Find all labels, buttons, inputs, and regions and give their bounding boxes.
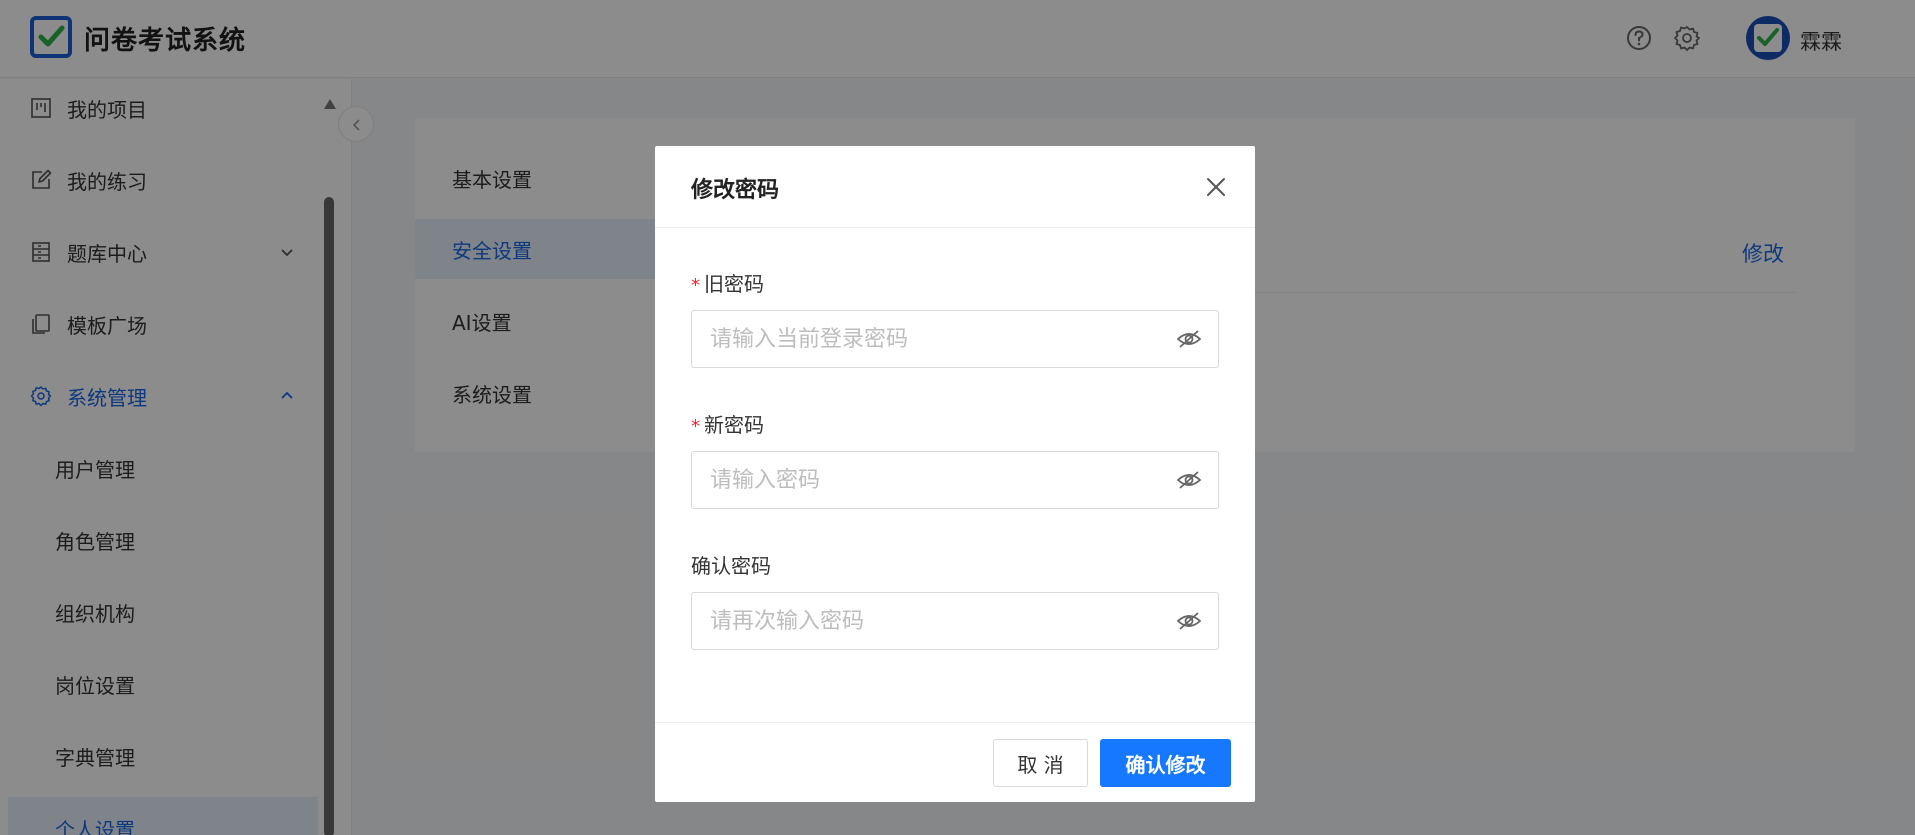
field-label-text: 确认密码 [691,554,771,578]
eye-off-icon[interactable] [1175,325,1203,353]
old-password-label: * 旧密码 [691,268,764,297]
field-label-text: 旧密码 [704,272,764,296]
new-password-input[interactable] [691,451,1219,509]
change-password-dialog: 修改密码 * 旧密码 * 新密码 确认密码 取 消 确认修改 [655,146,1255,802]
eye-off-icon[interactable] [1175,466,1203,494]
dialog-footer: 取 消 确认修改 [655,722,1255,802]
new-password-label: * 新密码 [691,409,764,438]
dialog-title: 修改密码 [691,178,780,203]
confirm-password-label: 确认密码 [691,550,771,579]
required-mark: * [691,416,700,437]
old-password-input[interactable] [691,310,1219,368]
confirm-change-button[interactable]: 确认修改 [1100,739,1231,787]
required-mark: * [691,275,700,296]
dialog-header: 修改密码 [655,146,1255,228]
confirm-password-input[interactable] [691,592,1219,650]
cancel-button[interactable]: 取 消 [993,739,1088,787]
close-icon[interactable] [1203,174,1229,200]
eye-off-icon[interactable] [1175,607,1203,635]
field-label-text: 新密码 [704,413,764,437]
